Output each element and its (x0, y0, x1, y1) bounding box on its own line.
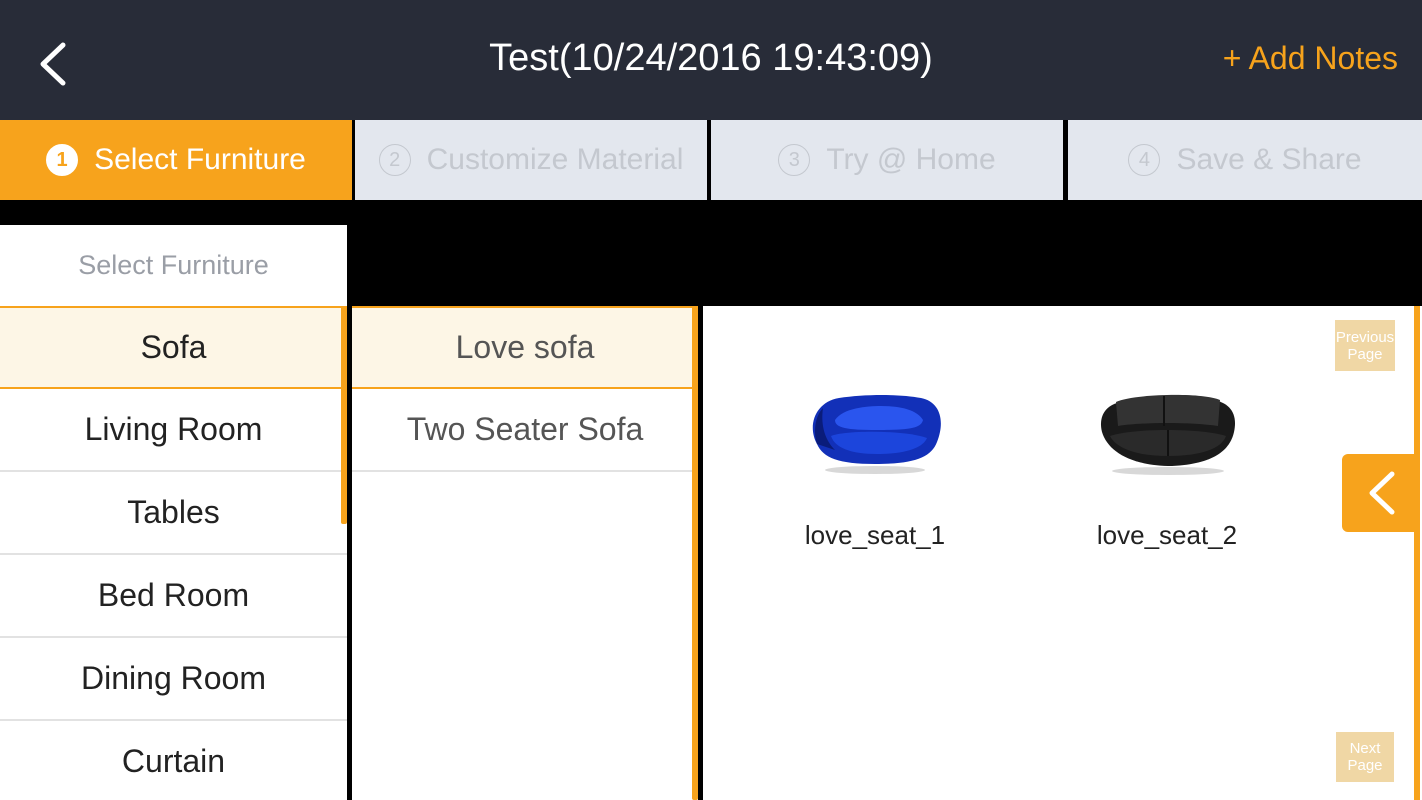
chevron-left-icon (1369, 471, 1395, 515)
tab-select-furniture[interactable]: 1 Select Furniture (0, 120, 352, 200)
category-list: Sofa Living Room Tables Bed Room Dining … (0, 306, 347, 800)
product-gallery: love_seat_1 love_seat_2 (703, 306, 1422, 800)
step-number-badge: 2 (378, 144, 411, 176)
category-scrollbar[interactable] (341, 306, 347, 524)
subcategory-item-two-seater-sofa[interactable]: Two Seater Sofa (352, 389, 698, 472)
tab-save-share[interactable]: 4 Save & Share (1068, 120, 1422, 200)
step-number-badge: 3 (778, 144, 811, 176)
add-notes-button[interactable]: + Add Notes (1223, 38, 1398, 78)
next-page-button[interactable]: Next Page (1336, 732, 1394, 782)
panel-header: Select Furniture (0, 225, 347, 306)
sofa-icon (812, 395, 941, 474)
top-bar: Test(10/24/2016 19:43:09) + Add Notes (0, 0, 1422, 120)
tab-customize-material[interactable]: 2 Customize Material (355, 120, 707, 200)
step-number-badge: 4 (1128, 144, 1161, 176)
step-tabs: 1 Select Furniture 2 Customize Material … (0, 120, 1422, 200)
tab-label: Select Furniture (94, 143, 306, 176)
tab-try-at-home[interactable]: 3 Try @ Home (711, 120, 1063, 200)
collapse-panel-button[interactable] (1342, 454, 1420, 532)
page-title: Test(10/24/2016 19:43:09) (489, 37, 933, 79)
subcategory-list: Love sofa Two Seater Sofa (352, 306, 698, 800)
tab-label: Save & Share (1176, 143, 1362, 176)
step-number-badge: 1 (46, 144, 79, 176)
category-item-sofa[interactable]: Sofa (0, 306, 347, 389)
subcategory-item-love-sofa[interactable]: Love sofa (352, 306, 698, 389)
subcategory-scrollbar[interactable] (692, 306, 698, 800)
product-card[interactable]: love_seat_2 (1057, 376, 1277, 551)
product-name: love_seat_1 (804, 520, 946, 550)
category-item-dining-room[interactable]: Dining Room (0, 638, 347, 721)
previous-page-button[interactable]: Previous Page (1335, 320, 1395, 371)
category-item-bed-room[interactable]: Bed Room (0, 555, 347, 638)
tab-label: Try @ Home (826, 143, 996, 176)
category-item-living-room[interactable]: Living Room (0, 389, 347, 472)
product-thumbnail (1057, 376, 1277, 486)
tab-label: Customize Material (426, 143, 684, 176)
gallery-scrollbar[interactable] (1414, 306, 1420, 800)
product-thumbnail (765, 376, 985, 486)
product-name: love_seat_2 (1096, 520, 1238, 550)
back-button[interactable] (28, 36, 76, 92)
product-card[interactable]: love_seat_1 (765, 376, 985, 551)
sofa-icon (1100, 394, 1236, 475)
category-item-curtain[interactable]: Curtain (0, 721, 347, 800)
category-item-tables[interactable]: Tables (0, 472, 347, 555)
chevron-left-icon (40, 42, 66, 86)
